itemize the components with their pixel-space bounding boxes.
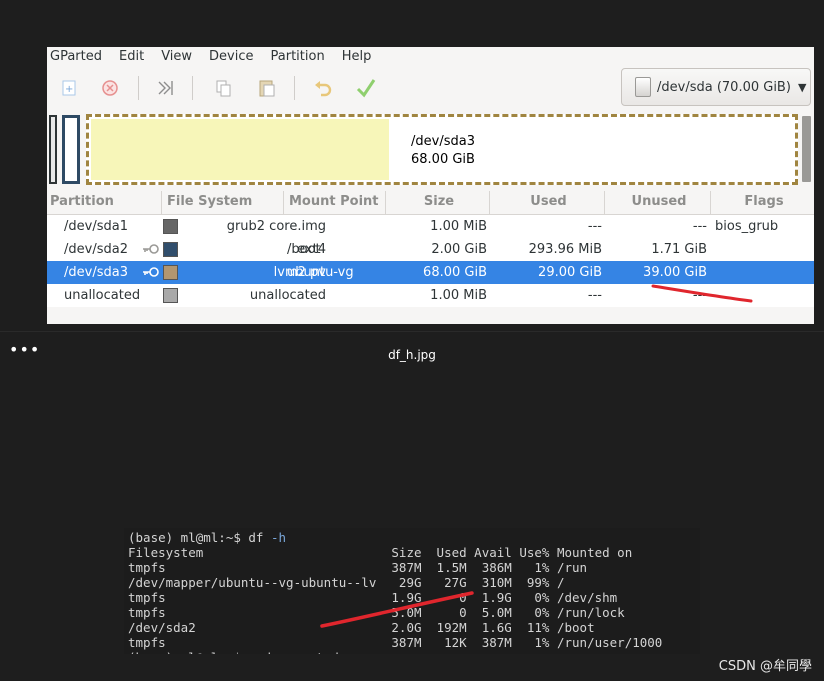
cell-used: --- [587, 288, 602, 303]
table-row[interactable]: /dev/sda3 lvm2 pv ubuntu-vg 68.00 GiB 29.00 … [47, 261, 814, 284]
table-row[interactable]: unallocated unallocated 1.00 MiB --- --- [47, 284, 814, 307]
cell-flags: bios_grub [715, 219, 779, 234]
graph-partition-sda1[interactable] [49, 115, 57, 184]
column-header-flags[interactable]: Flags [711, 191, 814, 215]
menubar: GParted Edit View Device Partition Help [47, 47, 814, 65]
filesystem-color-swatch [163, 219, 178, 234]
new-partition-icon[interactable]: + [58, 77, 80, 99]
cell-size: 68.00 GiB [423, 265, 487, 280]
graph-partition-sda2[interactable] [62, 115, 80, 184]
cell-used: 29.00 GiB [538, 265, 602, 280]
column-header-used[interactable]: Used [490, 191, 605, 215]
cell-mount: /boot [287, 242, 321, 257]
cell-size: 1.00 MiB [430, 288, 487, 303]
table-row[interactable]: /dev/sda1 grub2 core.img 1.00 MiB --- --- bio… [47, 215, 814, 238]
disk-icon [635, 77, 651, 97]
terminal-line: /dev/mapper/ubuntu--vg-ubuntu--lv 29G 27… [128, 575, 565, 590]
terminal-line: tmpfs 5.0M 0 5.0M 0% /run/lock [128, 605, 625, 620]
key-icon [143, 267, 159, 277]
copy-icon[interactable] [213, 77, 235, 99]
toolbar-separator [294, 76, 295, 100]
graph-label: /dev/sda3 68.00 GiB [411, 133, 475, 169]
filesystem-color-swatch [163, 242, 178, 257]
menu-gparted[interactable]: GParted [50, 49, 102, 64]
cell-size: 1.00 MiB [430, 219, 487, 234]
terminal-line: tmpfs 1.9G 0 1.9G 0% /dev/shm [128, 590, 618, 605]
cell-unused: 1.71 GiB [651, 242, 707, 257]
cell-unused: 39.00 GiB [643, 265, 707, 280]
device-selector[interactable]: /dev/sda (70.00 GiB) ▼ [621, 68, 811, 106]
menu-view[interactable]: View [161, 49, 192, 64]
terminal-output: (base) ml@ml:~$ df -h Filesystem Size Us… [124, 528, 700, 654]
chevron-down-icon: ▼ [797, 80, 807, 94]
terminal-line: (base) ml@ml:~$ sudo gparted [128, 650, 339, 654]
cell-mount: ubuntu-vg [287, 265, 354, 280]
gparted-window: GParted Edit View Device Partition Help … [47, 47, 814, 324]
terminal-line: tmpfs 387M 1.5M 386M 1% /run [128, 560, 588, 575]
terminal-command-line: (base) ml@ml:~$ df -h [128, 530, 286, 545]
column-header-mount-point[interactable]: Mount Point [284, 191, 386, 215]
image-filename: df_h.jpg [388, 348, 436, 362]
resize-move-icon[interactable] [155, 77, 177, 99]
terminal-flag: -h [271, 530, 287, 545]
partition-graph: /dev/sda3 68.00 GiB [47, 110, 814, 188]
cell-partition: /dev/sda2 [64, 242, 128, 257]
cell-used: 293.96 MiB [528, 242, 602, 257]
apply-checkmark-icon[interactable] [355, 77, 377, 99]
cell-unused: --- [692, 288, 707, 303]
terminal-prompt: (base) ml@ml:~$ df [128, 530, 271, 545]
menu-edit[interactable]: Edit [119, 49, 144, 64]
graph-partition-size: 68.00 GiB [411, 152, 475, 167]
graph-used-fill [91, 119, 390, 180]
filesystem-color-swatch [163, 265, 178, 280]
paste-icon[interactable] [256, 77, 278, 99]
device-selector-label: /dev/sda (70.00 GiB) [657, 79, 791, 95]
cell-size: 2.00 GiB [431, 242, 487, 257]
cell-unused: --- [692, 219, 707, 234]
column-header-size[interactable]: Size [386, 191, 490, 215]
cell-partition: /dev/sda1 [64, 219, 128, 234]
cell-partition: /dev/sda3 [64, 265, 128, 280]
undo-icon[interactable] [312, 77, 334, 99]
cell-used: --- [587, 219, 602, 234]
key-icon [143, 244, 159, 254]
graph-unallocated[interactable] [802, 116, 811, 182]
terminal-line: tmpfs 387M 12K 387M 1% /run/user/1000 [128, 635, 663, 650]
viewer-divider [0, 331, 824, 332]
terminal-line: /dev/sda2 2.0G 192M 1.6G 11% /boot [128, 620, 595, 635]
table-row[interactable]: /dev/sda2 ext4/boot 2.00 GiB 293.96 MiB 1.71… [47, 238, 814, 261]
svg-text:+: + [65, 84, 73, 95]
toolbar-separator [138, 76, 139, 100]
toolbar: + /dev/sda (70.00 GiB) ▼ [47, 65, 814, 110]
menu-help[interactable]: Help [342, 49, 372, 64]
table-header: Partition File System Mount Point Size U… [47, 191, 814, 215]
toolbar-separator [192, 76, 193, 100]
column-header-partition[interactable]: Partition [47, 191, 162, 215]
filesystem-color-swatch [163, 288, 178, 303]
cell-partition: unallocated [64, 288, 141, 303]
delete-icon[interactable] [99, 77, 121, 99]
terminal-line: Filesystem Size Used Avail Use% Mounted … [128, 545, 633, 560]
menu-partition[interactable]: Partition [271, 49, 325, 64]
cell-fs: grub2 core.img [226, 219, 326, 234]
cell-fs: unallocated [249, 288, 326, 303]
graph-partition-name: /dev/sda3 [411, 134, 475, 149]
graph-partition-sda3[interactable]: /dev/sda3 68.00 GiB [86, 114, 798, 185]
menu-device[interactable]: Device [209, 49, 253, 64]
column-header-unused[interactable]: Unused [605, 191, 711, 215]
watermark: CSDN @牟同學 [718, 659, 812, 674]
column-header-filesystem[interactable]: File System [162, 191, 284, 215]
